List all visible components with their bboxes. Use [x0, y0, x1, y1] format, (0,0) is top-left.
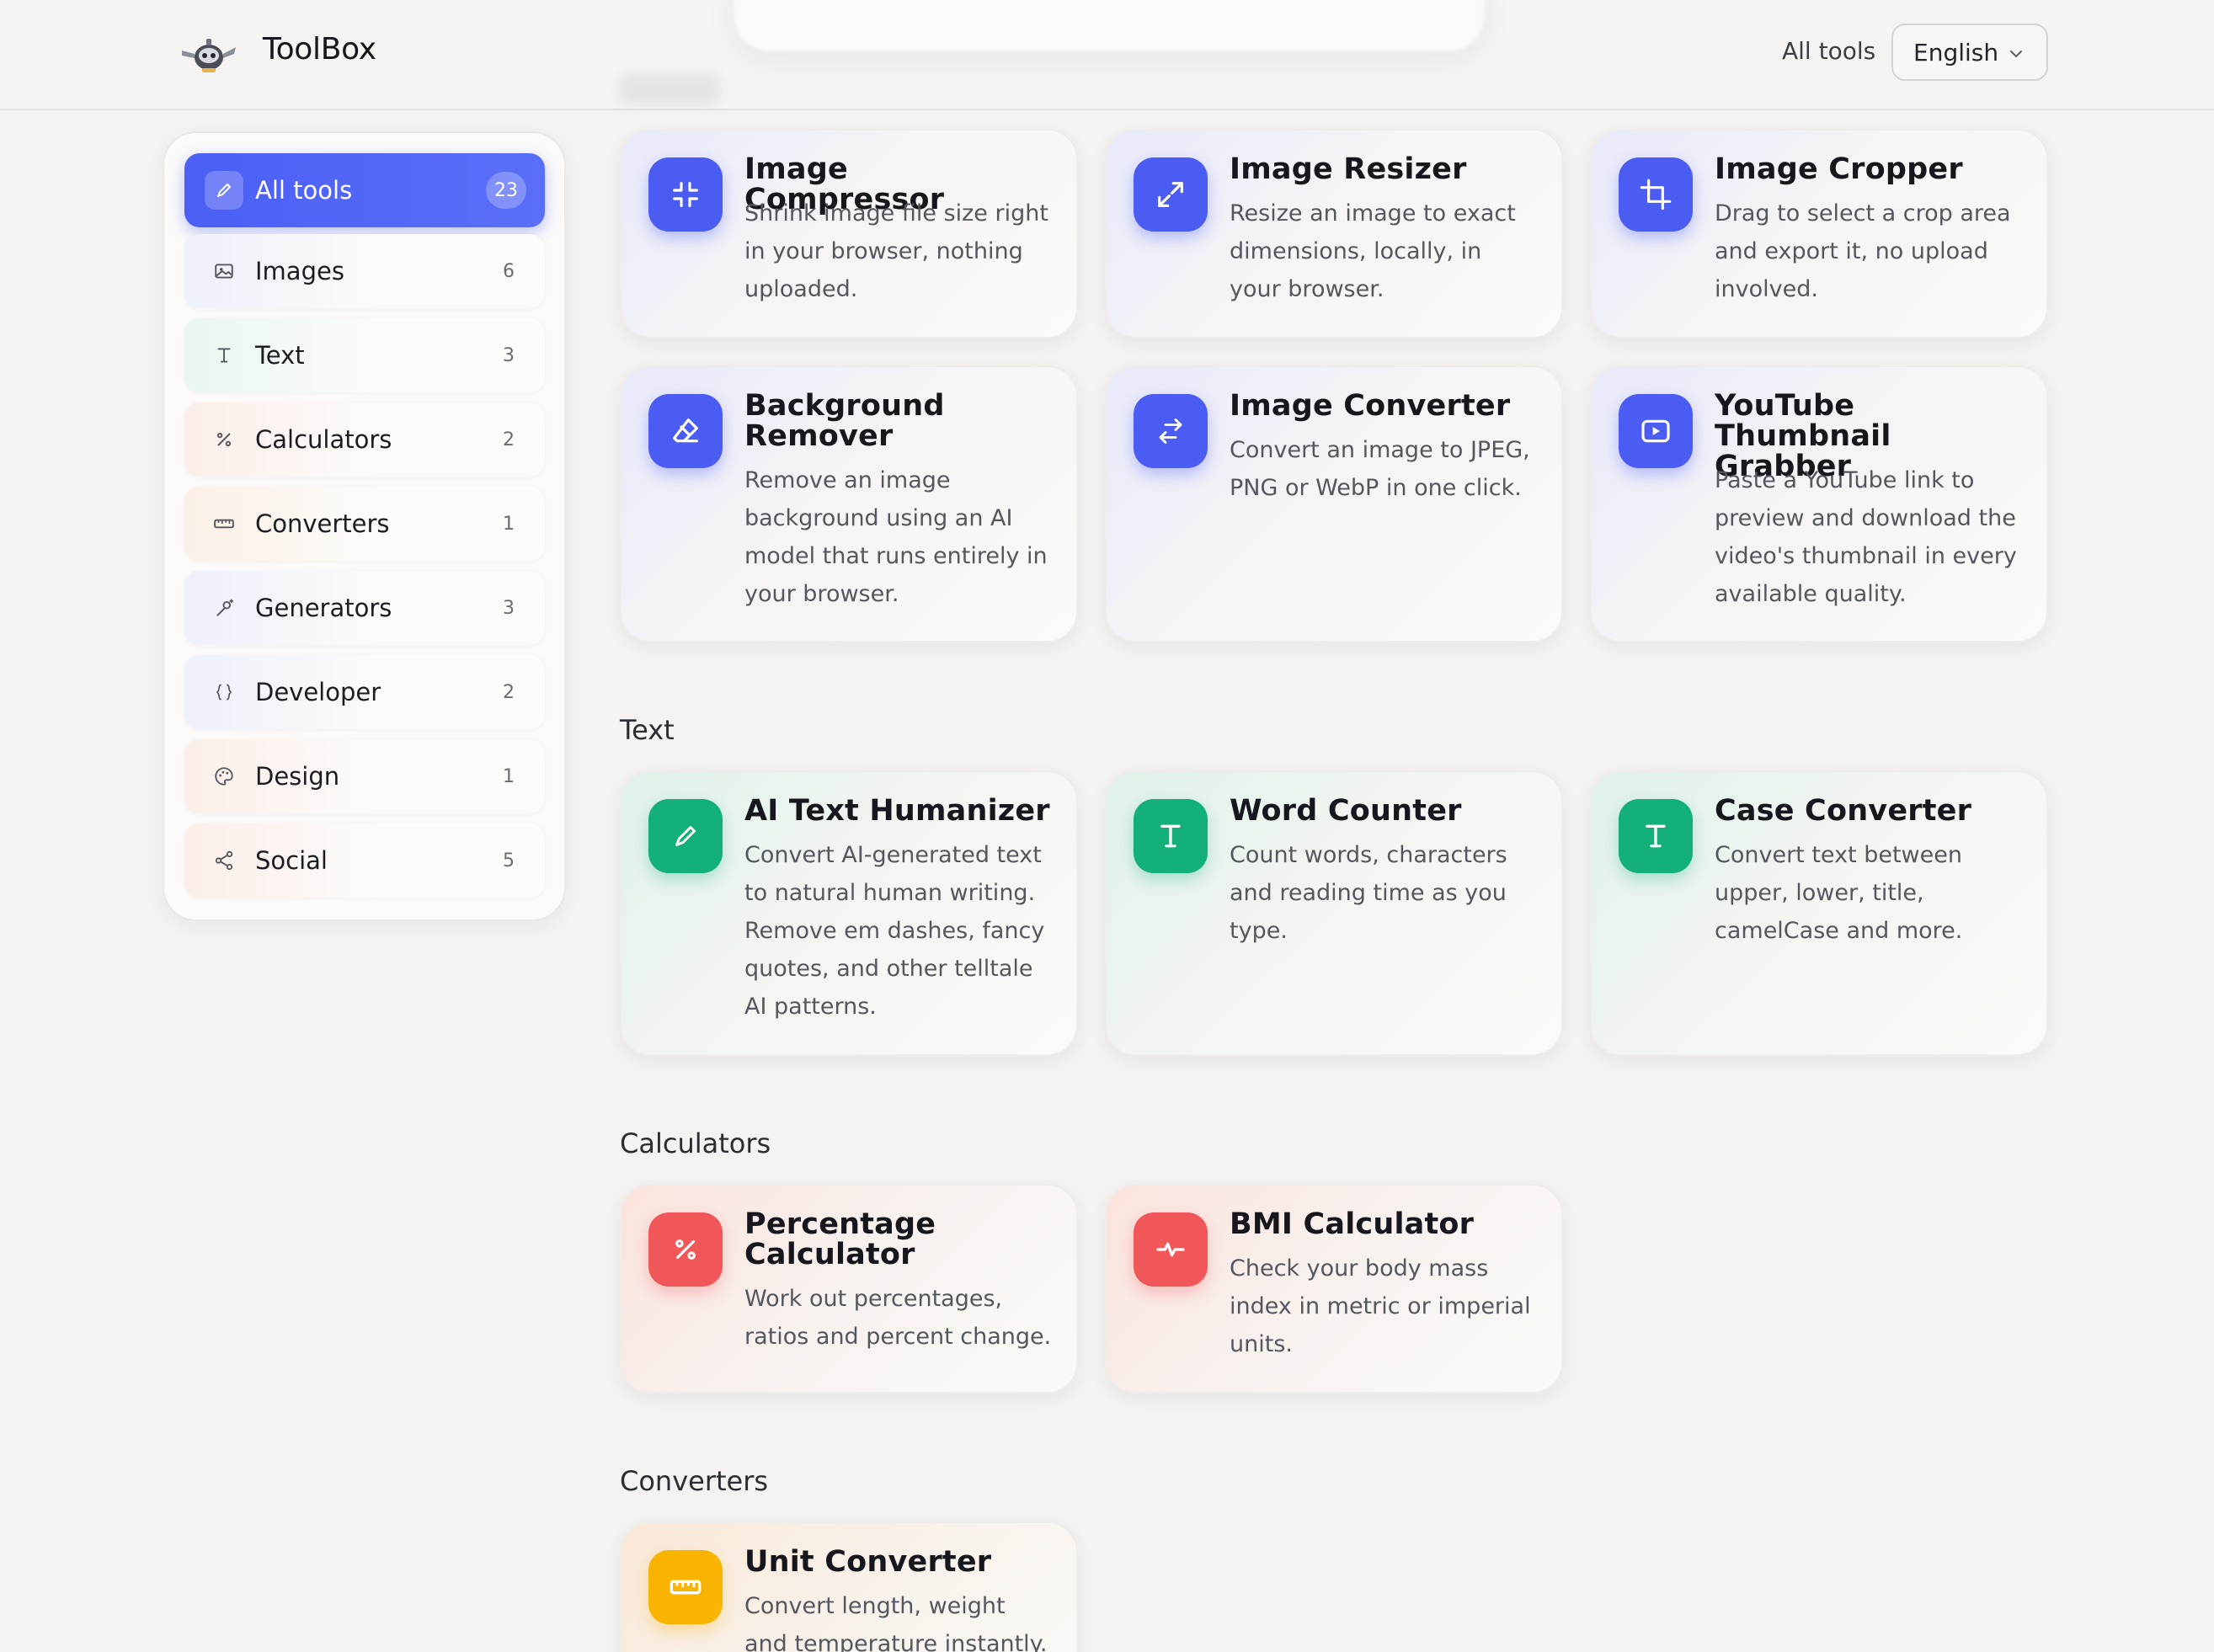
- sidebar-item-label: All tools: [255, 176, 353, 205]
- card-description: Count words, characters and reading time…: [1230, 842, 1507, 944]
- card-description: Paste a YouTube link to preview and down…: [1715, 467, 2017, 607]
- text-icon: [205, 336, 243, 375]
- text-icon: [1619, 799, 1693, 873]
- top-header: ToolBox All tools English: [0, 0, 2214, 110]
- card-description: Convert AI-generated text to natural hum…: [744, 842, 1045, 1020]
- text-icon: [1134, 799, 1208, 873]
- nav-all-tools-link[interactable]: All tools: [1782, 37, 1875, 65]
- sidebar-item-count: 2: [503, 681, 515, 703]
- card-title: BMI Calculator: [1230, 1207, 1475, 1241]
- sidebar-item-converters[interactable]: Converters 1: [184, 487, 545, 561]
- sidebar-item-label: Converters: [255, 509, 390, 538]
- sidebar-item-label: Calculators: [255, 425, 392, 454]
- ruler-icon: [205, 504, 243, 543]
- crop-icon: [1619, 157, 1693, 232]
- category-sidebar: All tools 23 Images 6 Text 3 Calculators…: [163, 131, 566, 921]
- card-title: Word Counter: [1230, 794, 1462, 828]
- card-description: Check your body mass index in metric or …: [1230, 1255, 1531, 1357]
- sidebar-item-count: 2: [503, 429, 515, 450]
- card-description: Convert an image to JPEG, PNG or WebP in…: [1230, 437, 1530, 501]
- eraser-icon: [648, 394, 723, 468]
- ruler-icon: [648, 1550, 723, 1624]
- language-select[interactable]: English: [1891, 24, 2048, 81]
- card-title: AI Text Humanizer: [744, 794, 1050, 828]
- tool-card-bmi-calculator[interactable]: BMI Calculator Check your body mass inde…: [1105, 1184, 1563, 1394]
- tool-card-ai-text-humanizer[interactable]: AI Text Humanizer Convert AI-generated t…: [620, 770, 1078, 1056]
- resize-icon: [1134, 157, 1208, 232]
- card-title: Case Converter: [1715, 794, 1972, 828]
- tool-card-case-converter[interactable]: Case Converter Convert text between uppe…: [1590, 770, 2048, 1056]
- search-bar-ghost: [734, 0, 1484, 51]
- section-title-images-ghost: [620, 74, 719, 104]
- pencil-icon: [205, 171, 243, 210]
- sidebar-item-calculators[interactable]: Calculators 2: [184, 402, 545, 477]
- card-description: Remove an image background using an AI m…: [744, 467, 1048, 607]
- share-icon: [205, 841, 243, 880]
- tool-card-image-cropper[interactable]: Image Cropper Drag to select a crop area…: [1590, 129, 2048, 338]
- sidebar-item-count: 5: [503, 850, 515, 871]
- sidebar-item-label: Design: [255, 762, 340, 791]
- section-title-converters: Converters: [620, 1465, 769, 1497]
- tool-card-youtube-thumbnail-grabber[interactable]: YouTube Thumbnail Grabber Paste a YouTub…: [1590, 365, 2048, 642]
- card-description: Shrink image file size right in your bro…: [744, 200, 1048, 302]
- card-description: Resize an image to exact dimensions, loc…: [1230, 200, 1516, 302]
- compress-icon: [648, 157, 723, 232]
- language-value: English: [1913, 38, 1999, 67]
- sidebar-item-count: 1: [503, 765, 515, 787]
- image-icon: [205, 252, 243, 290]
- tool-card-percentage-calculator[interactable]: Percentage Calculator Work out percentag…: [620, 1184, 1078, 1394]
- card-title: Image Converter: [1230, 389, 1511, 423]
- sidebar-item-generators[interactable]: Generators 3: [184, 571, 545, 645]
- sidebar-item-count: 23: [486, 172, 526, 209]
- palette-icon: [205, 757, 243, 796]
- swap-arrows-icon: [1134, 394, 1208, 468]
- robot-logo-icon[interactable]: [179, 35, 239, 74]
- sidebar-item-count: 1: [503, 513, 515, 535]
- card-description: Drag to select a crop area and export it…: [1715, 200, 2011, 302]
- tool-card-background-remover[interactable]: Background Remover Remove an image backg…: [620, 365, 1078, 642]
- section-title-calculators: Calculators: [620, 1127, 771, 1159]
- heartbeat-icon: [1134, 1212, 1208, 1287]
- brand-name[interactable]: ToolBox: [263, 32, 376, 67]
- sidebar-item-images[interactable]: Images 6: [184, 234, 545, 308]
- section-title-text: Text: [620, 714, 675, 746]
- card-title: Background Remover: [744, 389, 945, 453]
- sidebar-item-text[interactable]: Text 3: [184, 318, 545, 392]
- percent-icon: [648, 1212, 723, 1287]
- magic-wand-icon: [205, 589, 243, 627]
- sidebar-item-design[interactable]: Design 1: [184, 739, 545, 813]
- sidebar-item-count: 3: [503, 344, 515, 366]
- play-icon: [1619, 394, 1693, 468]
- pencil-icon: [648, 799, 723, 873]
- sidebar-item-label: Social: [255, 846, 328, 875]
- tool-card-image-converter[interactable]: Image Converter Convert an image to JPEG…: [1105, 365, 1563, 642]
- sidebar-item-count: 6: [503, 260, 515, 282]
- chevron-down-icon: [2010, 51, 2022, 58]
- sidebar-item-label: Images: [255, 257, 344, 285]
- tool-card-word-counter[interactable]: Word Counter Count words, characters and…: [1105, 770, 1563, 1056]
- sidebar-item-count: 3: [503, 597, 515, 619]
- tool-card-unit-converter[interactable]: Unit Converter Convert length, weight an…: [620, 1521, 1078, 1652]
- card-description: Convert length, weight and temperature i…: [744, 1593, 1048, 1652]
- sidebar-item-label: Developer: [255, 678, 381, 706]
- card-description: Convert text between upper, lower, title…: [1715, 842, 1963, 944]
- braces-icon: [205, 673, 243, 711]
- card-title: Image Resizer: [1230, 152, 1467, 186]
- sidebar-item-all-tools[interactable]: All tools 23: [184, 153, 545, 227]
- card-description: Work out percentages, ratios and percent…: [744, 1286, 1052, 1350]
- sidebar-item-developer[interactable]: Developer 2: [184, 655, 545, 729]
- tool-card-image-compressor[interactable]: Image Compressor Shrink image file size …: [620, 129, 1078, 338]
- card-title: Unit Converter: [744, 1545, 992, 1579]
- sidebar-item-social[interactable]: Social 5: [184, 823, 545, 898]
- card-title: Percentage Calculator: [744, 1207, 936, 1271]
- tool-card-image-resizer[interactable]: Image Resizer Resize an image to exact d…: [1105, 129, 1563, 338]
- sidebar-item-label: Generators: [255, 594, 392, 622]
- percent-icon: [205, 420, 243, 459]
- card-title: Image Cropper: [1715, 152, 1963, 186]
- sidebar-item-label: Text: [255, 341, 305, 370]
